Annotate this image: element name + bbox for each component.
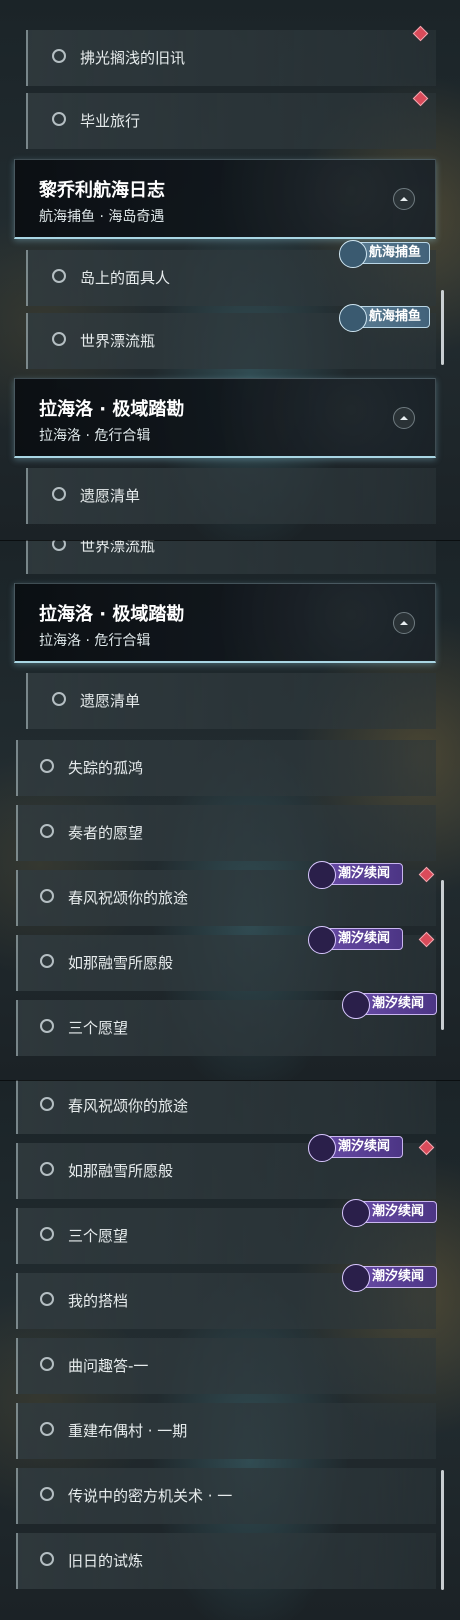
fishing-badge: 航海捕鱼 xyxy=(339,304,430,332)
radio-circle-icon xyxy=(40,1357,54,1371)
quest-label: 传说中的密方机关术 · 一 xyxy=(68,1487,233,1505)
radio-circle-icon xyxy=(40,824,54,838)
fishing-hook-icon xyxy=(339,304,367,332)
fishing-badge: 航海捕鱼 xyxy=(339,240,430,268)
badge-label: 航海捕鱼 xyxy=(369,245,422,260)
chevron-up-icon[interactable] xyxy=(393,407,415,429)
quest-group-header[interactable]: 黎乔利航海日志 航海捕鱼 · 海岛奇遇 xyxy=(14,159,436,239)
radio-circle-icon xyxy=(40,1162,54,1176)
radio-circle-icon xyxy=(40,1227,54,1241)
quest-list-panel-2: 世界漂流瓶 拉海洛 · 极域踏勘 拉海洛 · 危行合辑 遗愿清单 失踪的孤鸿 奏… xyxy=(0,540,460,1080)
radio-circle-icon xyxy=(52,269,66,283)
tide-swirl-icon xyxy=(342,1264,370,1292)
quest-label: 春风祝颂你的旅途 xyxy=(68,889,189,907)
quest-row[interactable]: 奏者的愿望 xyxy=(16,805,436,861)
quest-label: 拂光搁浅的旧讯 xyxy=(80,49,186,67)
quest-label: 三个愿望 xyxy=(68,1227,129,1245)
tide-swirl-icon xyxy=(342,1199,370,1227)
scrollbar-thumb[interactable] xyxy=(441,290,444,365)
quest-row[interactable]: 拂光搁浅的旧讯 xyxy=(26,30,436,86)
quest-row[interactable]: 旧日的试炼 xyxy=(16,1533,436,1589)
quest-row[interactable]: 重建布偶村 · 一期 xyxy=(16,1403,436,1459)
radio-circle-icon xyxy=(40,1097,54,1111)
radio-circle-icon xyxy=(40,1422,54,1436)
tide-badge: 潮汐续闻 xyxy=(342,1199,437,1227)
quest-label: 奏者的愿望 xyxy=(68,824,144,842)
badge-label: 潮汐续闻 xyxy=(372,1204,425,1219)
quest-label: 我的搭档 xyxy=(68,1292,129,1310)
badge-label: 潮汐续闻 xyxy=(338,931,391,946)
radio-circle-icon xyxy=(52,49,66,63)
quest-label: 重建布偶村 · 一期 xyxy=(68,1422,188,1440)
radio-circle-icon xyxy=(40,1019,54,1033)
quest-list-panel-3: 春风祝颂你的旅途 如那融雪所愿般 潮汐续闻 三个愿望 潮汐续闻 我的搭档 潮汐续… xyxy=(0,1080,460,1620)
quest-label: 毕业旅行 xyxy=(80,112,141,130)
quest-label: 遗愿清单 xyxy=(80,692,141,710)
group-title: 黎乔利航海日志 xyxy=(39,180,165,201)
quest-label: 曲问趣答-一 xyxy=(68,1357,149,1375)
quest-label: 失踪的孤鸿 xyxy=(68,759,144,777)
quest-label: 旧日的试炼 xyxy=(68,1552,144,1570)
radio-circle-icon xyxy=(52,540,66,551)
quest-list-panel-1: 拂光搁浅的旧讯 毕业旅行 黎乔利航海日志 航海捕鱼 · 海岛奇遇 岛上的面具人 … xyxy=(0,0,460,540)
quest-row[interactable]: 春风祝颂你的旅途 xyxy=(16,1080,436,1134)
radio-circle-icon xyxy=(52,692,66,706)
quest-label: 世界漂流瓶 xyxy=(80,540,156,555)
badge-label: 潮汐续闻 xyxy=(372,1269,425,1284)
group-title: 拉海洛 · 极域踏勘 xyxy=(39,399,185,420)
radio-circle-icon xyxy=(52,112,66,126)
group-subtitle: 拉海洛 · 危行合辑 xyxy=(39,633,151,649)
badge-label: 潮汐续闻 xyxy=(372,996,425,1011)
quest-row-partial[interactable]: 世界漂流瓶 xyxy=(26,540,436,574)
fishing-hook-icon xyxy=(339,240,367,268)
group-subtitle: 航海捕鱼 · 海岛奇遇 xyxy=(39,209,165,225)
radio-circle-icon xyxy=(52,332,66,346)
radio-circle-icon xyxy=(40,1292,54,1306)
quest-group-header[interactable]: 拉海洛 · 极域踏勘 拉海洛 · 危行合辑 xyxy=(14,583,436,663)
quest-row[interactable]: 曲问趣答-一 xyxy=(16,1338,436,1394)
group-subtitle: 拉海洛 · 危行合辑 xyxy=(39,428,151,444)
quest-row[interactable]: 遗愿清单 xyxy=(26,673,436,729)
quest-label: 遗愿清单 xyxy=(80,487,141,505)
quest-row[interactable]: 失踪的孤鸿 xyxy=(16,740,436,796)
badge-label: 潮汐续闻 xyxy=(338,1139,391,1154)
tide-badge: 潮汐续闻 xyxy=(308,926,403,954)
quest-label: 如那融雪所愿般 xyxy=(68,954,174,972)
radio-circle-icon xyxy=(40,759,54,773)
group-title: 拉海洛 · 极域踏勘 xyxy=(39,604,185,625)
radio-circle-icon xyxy=(40,1552,54,1566)
quest-row[interactable]: 传说中的密方机关术 · 一 xyxy=(16,1468,436,1524)
quest-group-header[interactable]: 拉海洛 · 极域踏勘 拉海洛 · 危行合辑 xyxy=(14,378,436,458)
panel-divider xyxy=(0,540,460,541)
tide-badge: 潮汐续闻 xyxy=(342,991,437,1019)
scrollbar-thumb[interactable] xyxy=(441,1470,444,1590)
quest-label: 三个愿望 xyxy=(68,1019,129,1037)
radio-circle-icon xyxy=(40,889,54,903)
radio-circle-icon xyxy=(52,487,66,501)
quest-label: 世界漂流瓶 xyxy=(80,332,156,350)
badge-label: 航海捕鱼 xyxy=(369,309,422,324)
quest-label: 岛上的面具人 xyxy=(80,269,171,287)
quest-label: 春风祝颂你的旅途 xyxy=(68,1097,189,1115)
chevron-up-icon[interactable] xyxy=(393,612,415,634)
radio-circle-icon xyxy=(40,954,54,968)
panel-divider xyxy=(0,1080,460,1081)
tide-badge: 潮汐续闻 xyxy=(308,1134,403,1162)
tide-swirl-icon xyxy=(342,991,370,1019)
tide-badge: 潮汐续闻 xyxy=(308,861,403,889)
tide-swirl-icon xyxy=(308,861,336,889)
tide-swirl-icon xyxy=(308,1134,336,1162)
quest-row[interactable]: 遗愿清单 xyxy=(26,468,436,524)
tide-badge: 潮汐续闻 xyxy=(342,1264,437,1292)
badge-label: 潮汐续闻 xyxy=(338,866,391,881)
chevron-up-icon[interactable] xyxy=(393,188,415,210)
radio-circle-icon xyxy=(40,1487,54,1501)
scrollbar-thumb[interactable] xyxy=(441,880,444,1030)
quest-row[interactable]: 毕业旅行 xyxy=(26,93,436,149)
tide-swirl-icon xyxy=(308,926,336,954)
quest-label: 如那融雪所愿般 xyxy=(68,1162,174,1180)
